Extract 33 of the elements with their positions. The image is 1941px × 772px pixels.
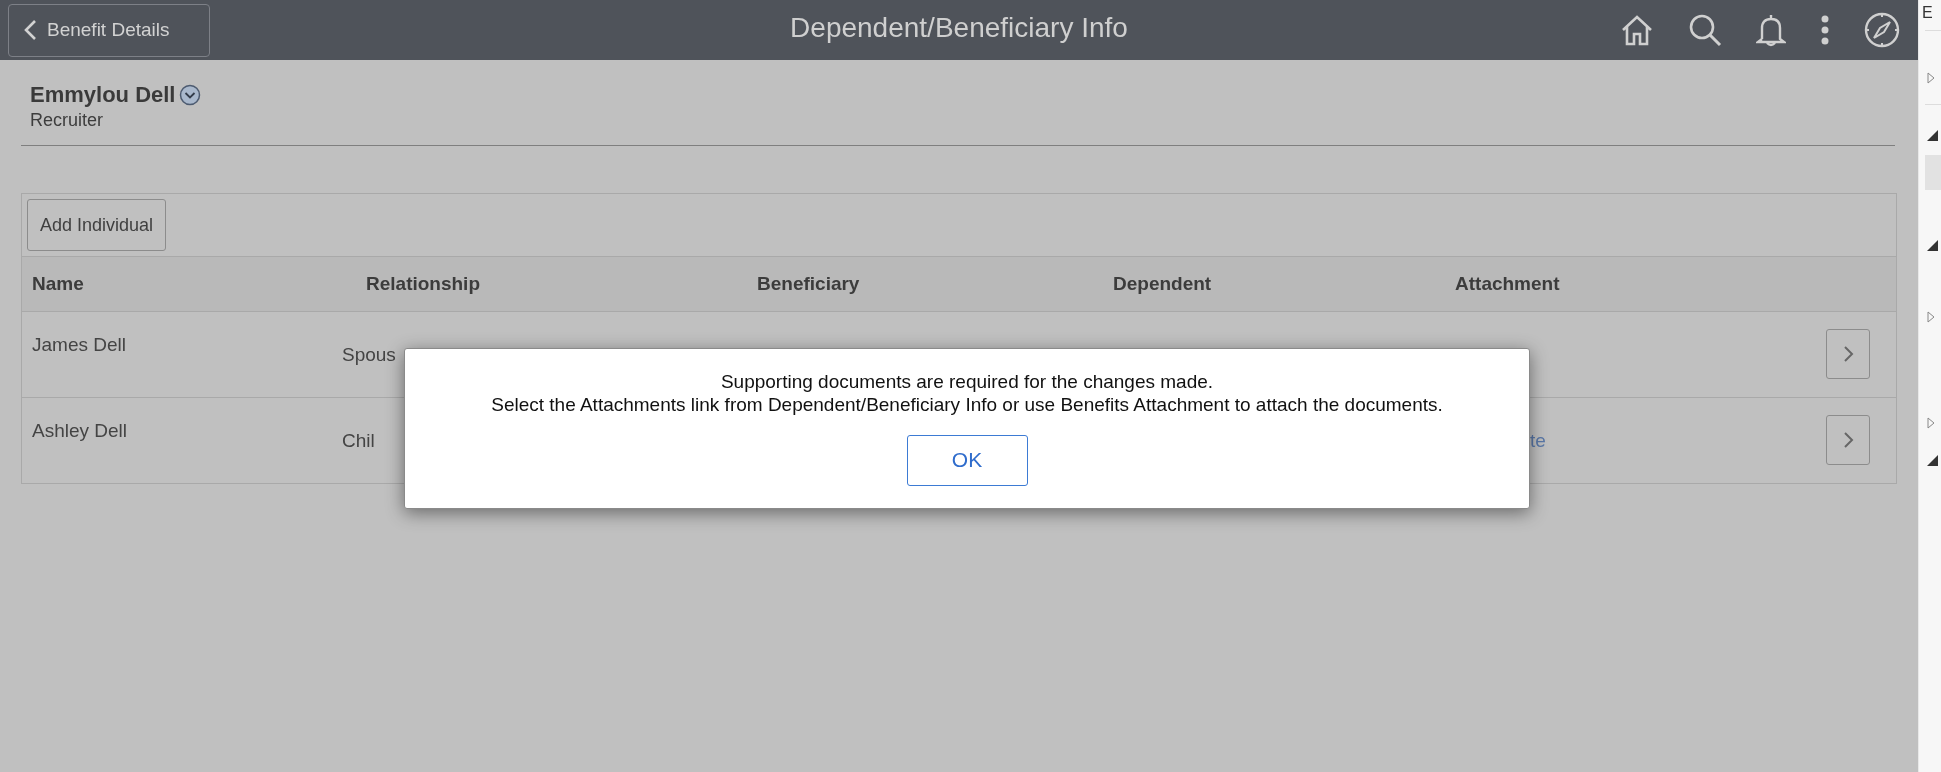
bell-icon[interactable] xyxy=(1756,13,1786,47)
back-chevron-icon xyxy=(23,19,37,41)
job-title: Recruiter xyxy=(30,110,105,131)
collapse-arrow-icon[interactable] xyxy=(1927,455,1938,466)
dropdown-icon[interactable] xyxy=(179,84,202,106)
table-cell-text: James Dell xyxy=(32,333,126,356)
expand-arrow-icon[interactable] xyxy=(1927,72,1935,84)
home-icon[interactable] xyxy=(1620,14,1654,46)
ok-button[interactable]: OK xyxy=(906,434,1028,486)
chevron-right-icon xyxy=(1842,431,1854,449)
table-cell-text: Ashley Dell xyxy=(32,419,128,442)
column-header: Relationship xyxy=(366,273,481,295)
expand-arrow-icon[interactable] xyxy=(1927,311,1935,323)
add-individual-button[interactable]: Add Individual xyxy=(27,199,167,251)
table-cell-text: Spous xyxy=(342,343,396,366)
column-header: Attachment xyxy=(1455,273,1561,295)
compass-icon[interactable] xyxy=(1864,12,1900,48)
back-button[interactable]: Benefit Details xyxy=(8,3,210,57)
employee-name: Emmylou Dell xyxy=(30,82,176,108)
column-header: Beneficiary xyxy=(757,273,861,295)
column-header: Name xyxy=(32,273,85,295)
panel-label: E xyxy=(1922,4,1933,22)
expand-arrow-icon[interactable] xyxy=(1927,417,1935,429)
more-icon[interactable] xyxy=(1820,15,1830,45)
dialog-message: Select the Attachments link from Dependent/Beneficiary Info or use Benefits Attachment to attach the documents. xyxy=(491,393,1443,417)
page-title: Dependent/Beneficiary Info xyxy=(790,12,1128,44)
column-header: Dependent xyxy=(1113,273,1213,295)
chevron-right-icon xyxy=(1842,345,1854,363)
dialog-message: Supporting documents are required for the changes made. xyxy=(720,371,1214,394)
collapse-arrow-icon[interactable] xyxy=(1927,130,1938,141)
collapse-arrow-icon[interactable] xyxy=(1927,240,1938,251)
table-cell-text: Chil xyxy=(342,429,375,452)
search-icon[interactable] xyxy=(1688,13,1722,47)
